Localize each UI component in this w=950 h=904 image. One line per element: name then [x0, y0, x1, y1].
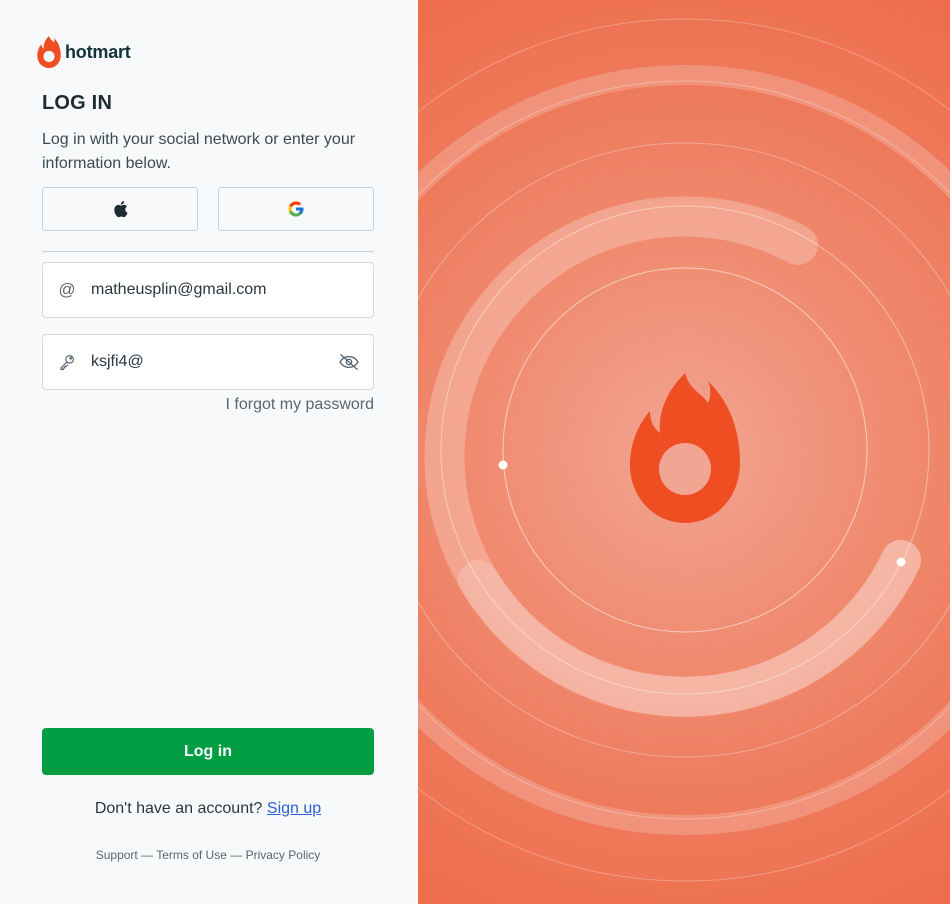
flame-icon	[630, 373, 740, 523]
footer-separator: —	[230, 848, 243, 862]
password-field[interactable]	[42, 334, 374, 390]
google-login-button[interactable]	[218, 187, 374, 231]
password-input[interactable]	[91, 335, 325, 389]
footer-links: Support — Terms of Use — Privacy Policy	[42, 848, 374, 862]
apple-icon	[113, 200, 127, 218]
apple-login-button[interactable]	[42, 187, 198, 231]
signup-link[interactable]: Sign up	[267, 800, 321, 817]
email-field[interactable]: @	[42, 262, 374, 318]
google-icon	[288, 201, 304, 217]
page-subtitle: Log in with your social network or enter…	[42, 131, 356, 172]
page-title: LOG IN	[42, 92, 113, 114]
signup-row: Don't have an account? Sign up	[42, 800, 374, 818]
support-link[interactable]: Support	[96, 848, 138, 862]
brand-name: hotmart	[65, 41, 131, 62]
hero-illustration	[418, 0, 950, 904]
flame-icon	[37, 36, 61, 68]
hotmart-logo[interactable]: hotmart	[37, 36, 131, 68]
privacy-link[interactable]: Privacy Policy	[246, 848, 321, 862]
signup-prompt: Don't have an account?	[94, 800, 263, 817]
concentric-rings-graphic	[418, 18, 950, 882]
at-icon: @	[58, 280, 76, 299]
terms-link[interactable]: Terms of Use	[156, 848, 227, 862]
email-input[interactable]	[91, 263, 373, 317]
key-icon	[43, 353, 91, 371]
eye-off-icon[interactable]	[325, 353, 373, 371]
login-button[interactable]: Log in	[42, 728, 374, 775]
divider	[42, 251, 374, 252]
login-panel: hotmart LOG IN Log in with your social n…	[0, 0, 418, 904]
footer-separator: —	[141, 848, 154, 862]
forgot-password-link[interactable]: I forgot my password	[226, 396, 375, 414]
